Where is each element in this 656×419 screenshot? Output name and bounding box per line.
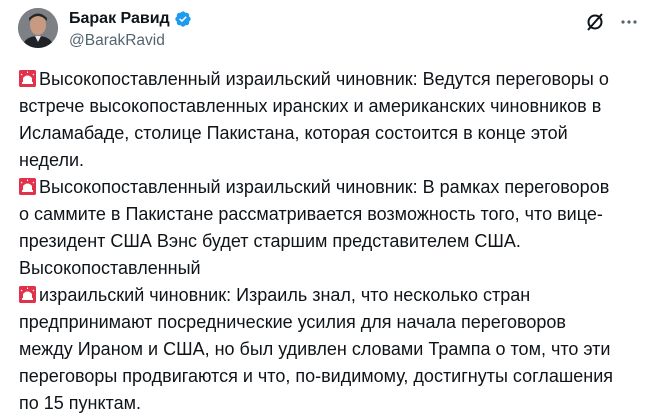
tweet-line-text: Исламабаде, столице Пакистана, которая с… [19, 123, 568, 143]
tweet-line: Высокопоставленный израильский чиновник:… [19, 174, 649, 201]
tweet-line: встрече высокопоставленных иранских и ам… [19, 93, 649, 120]
siren-emoji-icon [19, 286, 36, 303]
tweet-line-text: Высокопоставленный [19, 258, 201, 278]
tweet-line-text: президент США Вэнс будет старшим предста… [19, 231, 521, 251]
siren-emoji-icon [19, 178, 36, 195]
tweet-line: о саммите в Пакистане рассматривается во… [19, 201, 649, 228]
tweet-line-text: недели. [19, 150, 85, 170]
tweet-line-text: предпринимают посреднические усилия для … [19, 312, 566, 332]
tweet-line-text: между Ираном и США, но был удивлен слова… [19, 339, 611, 359]
tweet-line: израильский чиновник: Израиль знал, что … [19, 282, 649, 309]
tweet-line-text: встрече высокопоставленных иранских и ам… [19, 96, 602, 116]
more-options-icon[interactable] [619, 12, 639, 32]
tweet-line: между Ираном и США, но был удивлен слова… [19, 336, 649, 363]
tweet-line-text: по 15 пунктам. [19, 393, 141, 413]
tweet-line-text: Высокопоставленный израильский чиновник:… [39, 177, 610, 197]
tweet-line: переговоры продвигаются и что, по-видимо… [19, 363, 649, 390]
tweet-line: недели. [19, 147, 649, 174]
siren-emoji-icon [19, 70, 36, 87]
verified-badge-icon[interactable] [174, 10, 192, 28]
tweet-line: президент США Вэнс будет старшим предста… [19, 228, 649, 255]
tweet-body: Высокопоставленный израильский чиновник:… [19, 66, 649, 417]
tweet-line-text: израильский чиновник: Израиль знал, что … [39, 285, 531, 305]
tweet-header: Барак Равид @BarakRavid [18, 8, 643, 56]
name-row: Барак Равид [69, 8, 192, 30]
tweet-line: Высокопоставленный израильский чиновник:… [19, 66, 649, 93]
author-info: Барак Равид @BarakRavid [69, 8, 192, 52]
tweet-line-text: о саммите в Пакистане рассматривается во… [19, 204, 603, 224]
tweet-line: предпринимают посреднические усилия для … [19, 309, 649, 336]
tweet-line-text: Высокопоставленный израильский чиновник:… [39, 69, 609, 89]
tweet-line: Исламабаде, столице Пакистана, которая с… [19, 120, 649, 147]
tweet-line: Высокопоставленный [19, 255, 649, 282]
grok-icon[interactable] [585, 12, 605, 32]
author-handle[interactable]: @BarakRavid [69, 30, 192, 52]
tweet-line: по 15 пунктам. [19, 390, 649, 417]
avatar-photo [18, 8, 58, 48]
author-display-name[interactable]: Барак Равид [69, 8, 170, 30]
tweet-line-text: переговоры продвигаются и что, по-видимо… [19, 366, 614, 386]
author-avatar[interactable] [18, 8, 58, 48]
tweet-actions [585, 12, 639, 32]
